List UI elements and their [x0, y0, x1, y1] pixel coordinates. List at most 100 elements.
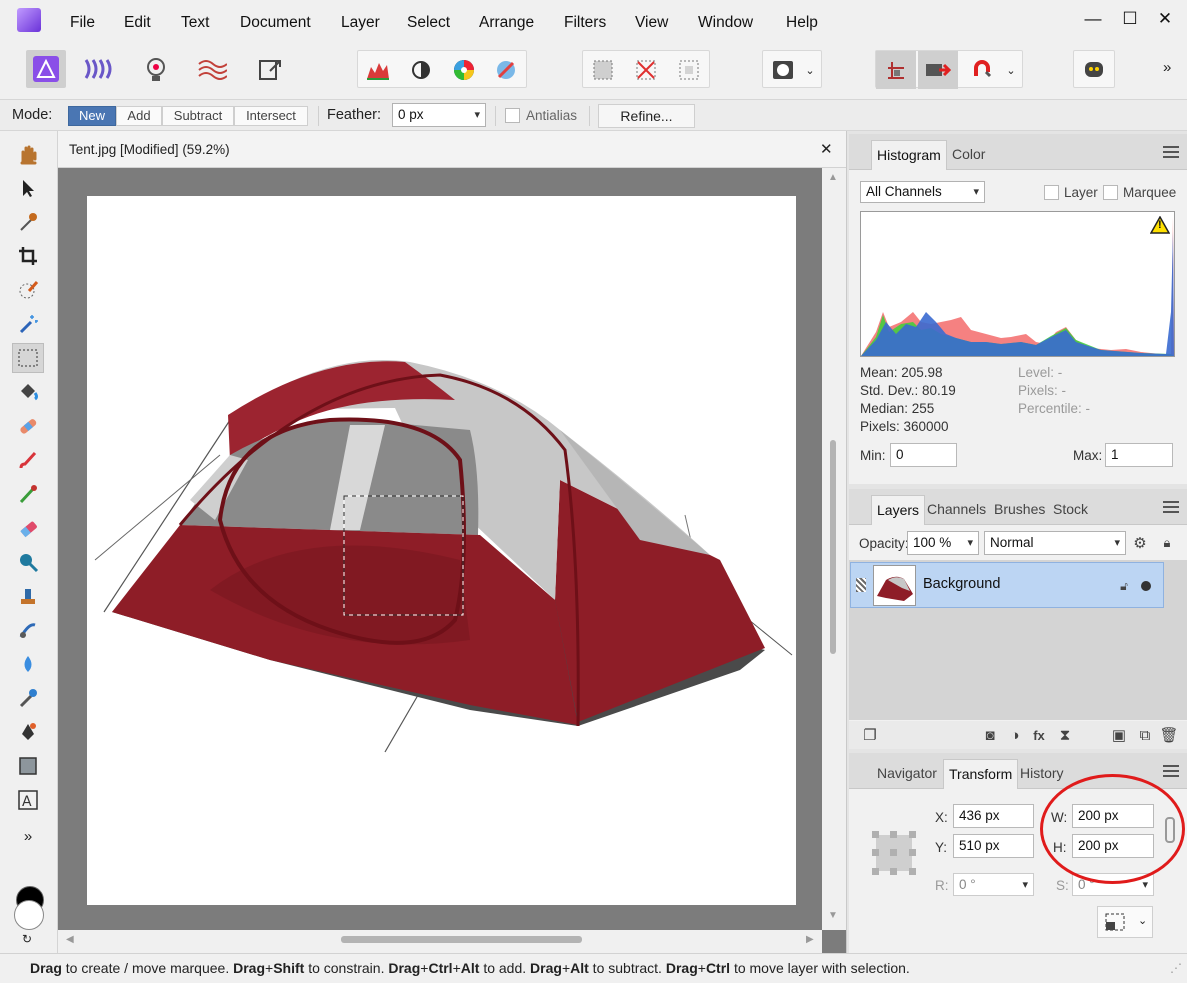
snapping-dropdown-icon[interactable]: ⌄: [1000, 51, 1022, 89]
color-swatches[interactable]: [14, 886, 46, 932]
menu-edit[interactable]: Edit: [124, 14, 151, 32]
blur-brush-tool-icon[interactable]: [12, 649, 44, 679]
snapping-icon[interactable]: [962, 51, 1002, 89]
levels-icon[interactable]: [358, 51, 398, 89]
scroll-right-icon[interactable]: ▶: [806, 934, 814, 945]
channel-dropdown[interactable]: All Channels ▾: [860, 181, 985, 203]
liquify-persona-icon[interactable]: [78, 50, 118, 88]
smudge-brush-tool-icon[interactable]: [12, 615, 44, 645]
paint-brush-tool-icon[interactable]: [12, 445, 44, 475]
tone-mapping-persona-icon[interactable]: [192, 50, 232, 88]
lock-icon[interactable]: 🔒︎: [1156, 532, 1178, 554]
vertical-scroll-thumb[interactable]: [830, 440, 836, 654]
layer-visibility-icon[interactable]: [856, 578, 866, 592]
adjustment-layer-icon[interactable]: ◑: [1004, 724, 1026, 746]
document-tab[interactable]: Tent.jpg [Modified] (59.2%) ✕: [58, 131, 846, 168]
mask-layer-icon[interactable]: ◙: [979, 724, 1001, 746]
tab-histogram[interactable]: Histogram: [871, 140, 947, 170]
antialias-checkbox[interactable]: [505, 108, 520, 123]
opacity-dropdown[interactable]: 100 % ▾: [907, 531, 979, 555]
refine-button[interactable]: Refine...: [598, 104, 695, 128]
pixel-tool-icon[interactable]: [12, 479, 44, 509]
white-balance-icon[interactable]: [486, 51, 526, 89]
scroll-left-icon[interactable]: ◀: [66, 934, 74, 945]
maximize-button[interactable]: ☐: [1118, 9, 1142, 29]
selection-brush-tool-icon[interactable]: [12, 275, 44, 305]
menu-document[interactable]: Document: [240, 14, 311, 32]
develop-persona-icon[interactable]: [136, 50, 176, 88]
tab-stock[interactable]: Stock: [1048, 495, 1093, 525]
tab-navigator[interactable]: Navigator: [872, 759, 942, 789]
flood-select-tool-icon[interactable]: [12, 309, 44, 339]
select-all-icon[interactable]: [583, 51, 623, 89]
quick-mask-icon[interactable]: [763, 51, 803, 89]
flood-fill-tool-icon[interactable]: [12, 377, 44, 407]
layer-row-background[interactable]: Background 🔓︎: [850, 562, 1164, 608]
minimize-button[interactable]: —: [1081, 9, 1105, 29]
resize-grip-icon[interactable]: ⋰: [1170, 954, 1182, 983]
menu-layer[interactable]: Layer: [341, 14, 380, 32]
color-picker-tool-icon[interactable]: [12, 207, 44, 237]
scroll-down-icon[interactable]: ▼: [828, 910, 838, 921]
layer-effects-stack-icon[interactable]: ❐: [859, 724, 881, 746]
anchor-selector-icon[interactable]: [872, 831, 916, 875]
photo-persona-icon[interactable]: [26, 50, 66, 88]
erase-brush-tool-icon[interactable]: [12, 513, 44, 543]
auto-contrast-icon[interactable]: [401, 51, 441, 89]
affinity-photo-logo-icon[interactable]: [17, 8, 41, 32]
close-window-button[interactable]: ✕: [1153, 9, 1177, 29]
move-tool-icon[interactable]: [12, 173, 44, 203]
tab-brushes[interactable]: Brushes: [989, 495, 1050, 525]
horizontal-scrollbar[interactable]: ◀ ▶: [58, 930, 822, 953]
tools-overflow-icon[interactable]: »: [12, 821, 44, 851]
max-input[interactable]: 1: [1105, 443, 1173, 467]
alignment-icon[interactable]: [876, 51, 916, 89]
blend-mode-dropdown[interactable]: Normal ▾: [984, 531, 1126, 555]
quick-mask-dropdown-icon[interactable]: ⌄: [799, 51, 821, 89]
delete-layer-trash-icon[interactable]: 🗑︎: [1158, 724, 1180, 746]
pen-tool-icon[interactable]: [12, 717, 44, 747]
red-eye-tool-icon[interactable]: [12, 683, 44, 713]
menu-text[interactable]: Text: [181, 14, 209, 32]
menu-filters[interactable]: Filters: [564, 14, 606, 32]
x-input[interactable]: 436 px: [953, 804, 1034, 828]
mode-add-button[interactable]: Add: [116, 106, 162, 126]
layers-menu-icon[interactable]: [1163, 501, 1179, 513]
horizontal-scroll-thumb[interactable]: [341, 936, 582, 943]
layer-visible-dot-icon[interactable]: [1141, 581, 1151, 591]
tab-history[interactable]: History: [1015, 759, 1069, 789]
vertical-scrollbar[interactable]: ▲ ▼: [822, 168, 846, 930]
menu-view[interactable]: View: [635, 14, 668, 32]
mode-new-button[interactable]: New: [68, 106, 116, 126]
live-filter-icon[interactable]: ⧗: [1054, 724, 1076, 746]
tab-color[interactable]: Color: [947, 140, 990, 170]
layer-name[interactable]: Background: [923, 576, 1000, 592]
transform-origin-button[interactable]: ⌄: [1097, 906, 1153, 938]
warning-icon[interactable]: !: [1149, 215, 1171, 234]
histogram-menu-icon[interactable]: [1163, 146, 1179, 158]
export-persona-icon[interactable]: [250, 50, 290, 88]
crop-tool-icon[interactable]: [12, 241, 44, 271]
marquee-checkbox[interactable]: [1103, 185, 1118, 200]
layer-checkbox[interactable]: [1044, 185, 1059, 200]
rectangle-tool-icon[interactable]: [12, 751, 44, 781]
group-layers-icon[interactable]: ▣: [1108, 724, 1130, 746]
image-canvas[interactable]: [87, 196, 796, 905]
assistant-icon[interactable]: [918, 51, 958, 89]
toolbar-overflow-icon[interactable]: »: [1163, 59, 1171, 76]
feather-dropdown[interactable]: 0 px ▾: [392, 103, 486, 127]
transform-menu-icon[interactable]: [1163, 765, 1179, 777]
tab-channels[interactable]: Channels: [922, 495, 991, 525]
healing-brush-tool-icon[interactable]: [12, 411, 44, 441]
close-document-button[interactable]: ✕: [820, 140, 833, 158]
menu-window[interactable]: Window: [698, 14, 753, 32]
tab-layers[interactable]: Layers: [871, 495, 926, 525]
menu-help[interactable]: Help: [786, 14, 818, 32]
rotation-dropdown[interactable]: 0 ° ▾: [953, 873, 1034, 896]
menu-select[interactable]: Select: [407, 14, 450, 32]
invert-selection-icon[interactable]: [669, 51, 709, 89]
secondary-color-swatch[interactable]: [14, 900, 44, 930]
layer-lock-icon[interactable]: 🔓︎: [1113, 575, 1135, 597]
rectangular-marquee-tool-icon[interactable]: [12, 343, 44, 373]
menu-arrange[interactable]: Arrange: [479, 14, 534, 32]
